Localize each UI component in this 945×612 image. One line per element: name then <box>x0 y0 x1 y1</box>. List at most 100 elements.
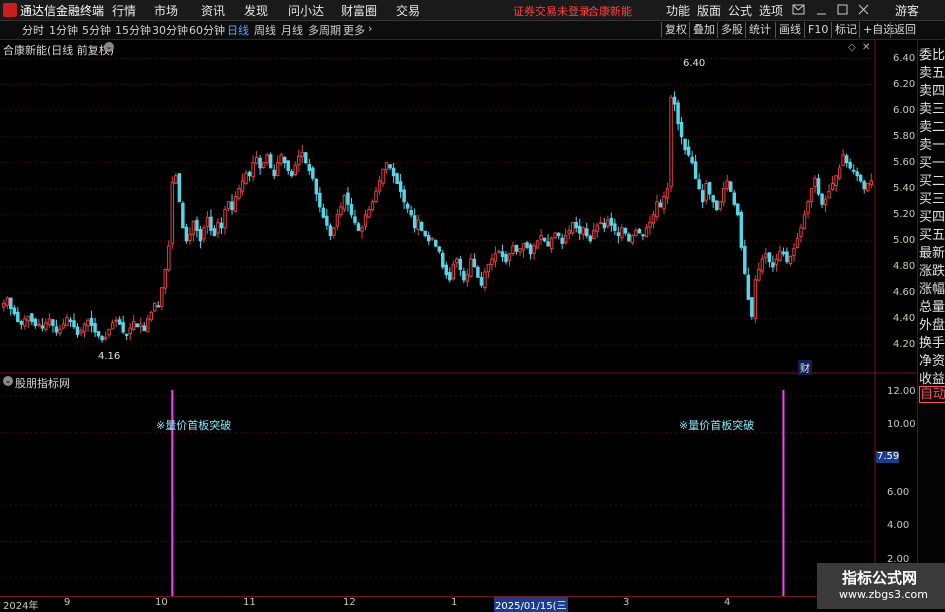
candle-body <box>117 319 122 325</box>
toolbar-mark[interactable]: 标记 <box>831 22 860 38</box>
close-icon[interactable]: ✕ <box>862 42 870 53</box>
candle-body <box>736 203 740 216</box>
toolbar-draw-line[interactable]: 画线 <box>775 22 804 38</box>
period-more[interactable]: 更多 <box>343 22 365 38</box>
candle-body <box>704 183 708 201</box>
side-tab-ratio[interactable]: 委比 <box>919 48 945 63</box>
maximize-icon[interactable] <box>837 4 848 15</box>
candle-body <box>679 121 684 138</box>
price-tick: 4.60 <box>893 287 916 298</box>
candle-body <box>781 251 786 255</box>
side-tab-ask1[interactable]: 卖一 <box>919 138 945 153</box>
login-status[interactable]: 证券交易未登录 <box>513 3 590 19</box>
side-tab-change-pct[interactable]: 涨幅 <box>919 282 945 297</box>
candle-body <box>476 266 480 278</box>
candle-body <box>100 336 104 341</box>
candle-body <box>237 188 241 199</box>
candle-body <box>219 222 224 229</box>
candle-body <box>174 175 178 184</box>
chevron-down-icon[interactable]: ⌄ <box>104 42 114 52</box>
candle-body <box>676 102 680 125</box>
price-tick: 5.00 <box>893 235 916 246</box>
side-tab-bid4[interactable]: 买四 <box>919 210 945 225</box>
candle-body <box>788 255 793 264</box>
side-tab-net-assets[interactable]: 净资 <box>919 354 945 369</box>
candle-body <box>419 222 424 231</box>
side-tab-bid2[interactable]: 买二 <box>919 174 945 189</box>
candle-body <box>93 323 97 333</box>
diamond-icon[interactable]: ◇ <box>848 42 856 53</box>
menu-function[interactable]: 功能 <box>666 2 690 19</box>
period-weekly[interactable]: 周线 <box>254 22 276 38</box>
side-tab-latest[interactable]: 最新 <box>919 246 945 261</box>
candle-body <box>599 222 603 225</box>
candle-body <box>753 279 758 319</box>
chevron-right-icon[interactable]: › <box>368 22 372 35</box>
side-tab-turnover[interactable]: 换手 <box>919 336 945 351</box>
message-icon[interactable] <box>792 4 805 15</box>
chart-area[interactable] <box>0 40 917 596</box>
toolbar-multi-stock[interactable]: 多股 <box>717 22 746 38</box>
candle-body <box>518 248 522 253</box>
toolbar-statistics[interactable]: 统计 <box>745 22 774 38</box>
candle-body <box>578 225 582 234</box>
candle-body <box>160 287 164 307</box>
candle-body <box>72 320 76 328</box>
auto-button[interactable]: 自动 <box>919 386 945 403</box>
candle-body <box>282 156 287 164</box>
period-1min[interactable]: 1分钟 <box>49 22 78 38</box>
indicator-current-value: 7.59 <box>876 451 900 463</box>
date-tick: 3 <box>623 597 630 608</box>
side-tab-outer[interactable]: 外盘 <box>919 318 945 333</box>
toolbar-f10[interactable]: F10 <box>804 22 831 38</box>
period-monthly[interactable]: 月线 <box>281 22 303 38</box>
menu-formula[interactable]: 公式 <box>728 2 752 19</box>
menu-discover[interactable]: 发现 <box>244 2 268 19</box>
period-30min[interactable]: 30分钟 <box>152 22 188 38</box>
side-tab-bid3[interactable]: 买三 <box>919 192 945 207</box>
financial-marker[interactable]: 财 <box>798 360 812 375</box>
toolbar-overlay[interactable]: 叠加 <box>689 22 718 38</box>
candle-body <box>785 251 789 263</box>
menu-options[interactable]: 选项 <box>759 2 783 19</box>
side-tab-ask5[interactable]: 卖五 <box>919 66 945 81</box>
period-5min[interactable]: 5分钟 <box>82 22 111 38</box>
side-tab-ask3[interactable]: 卖三 <box>919 102 945 117</box>
chevron-down-icon[interactable]: ⌄ <box>3 376 13 386</box>
toolbar-back[interactable]: 返回 <box>890 22 919 38</box>
menu-markets[interactable]: 市场 <box>154 2 178 19</box>
app-title: 通达信金融终端 <box>20 4 105 18</box>
user-label[interactable]: 游客 <box>895 2 919 19</box>
side-tab-change[interactable]: 涨跌 <box>919 264 945 279</box>
close-icon[interactable] <box>858 4 869 15</box>
period-15min[interactable]: 15分钟 <box>115 22 151 38</box>
menu-wealth[interactable]: 财富圈 <box>341 2 377 19</box>
candle-body <box>718 201 722 210</box>
candle-body <box>416 219 420 231</box>
menu-layout[interactable]: 版面 <box>697 2 721 19</box>
candle-body <box>693 161 698 179</box>
side-tab-ask2[interactable]: 卖二 <box>919 120 945 135</box>
side-tab-earnings[interactable]: 收益 <box>919 372 945 387</box>
side-tab-volume[interactable]: 总量 <box>919 300 945 315</box>
candle-body <box>546 241 550 247</box>
candle-body <box>146 318 150 333</box>
menu-news[interactable]: 资讯 <box>201 2 225 19</box>
candle-body <box>778 250 782 262</box>
menu-market[interactable]: 行情 <box>112 2 136 19</box>
toolbar-restore-rights[interactable]: 复权 <box>661 22 690 38</box>
period-60min[interactable]: 60分钟 <box>189 22 225 38</box>
period-intraday[interactable]: 分时 <box>22 22 44 38</box>
candle-body <box>412 215 417 229</box>
period-daily[interactable]: 日线 <box>227 22 249 38</box>
side-tab-bid5[interactable]: 买五 <box>919 228 945 243</box>
candle-body <box>325 215 329 226</box>
candle-body <box>377 180 382 192</box>
menu-trade[interactable]: 交易 <box>396 2 420 19</box>
candle-body <box>398 181 403 192</box>
side-tab-ask4[interactable]: 卖四 <box>919 84 945 99</box>
side-tab-bid1[interactable]: 买一 <box>919 156 945 171</box>
period-multi[interactable]: 多周期 <box>308 22 341 38</box>
candle-body <box>279 154 283 164</box>
menu-ask[interactable]: 问小达 <box>288 2 324 19</box>
